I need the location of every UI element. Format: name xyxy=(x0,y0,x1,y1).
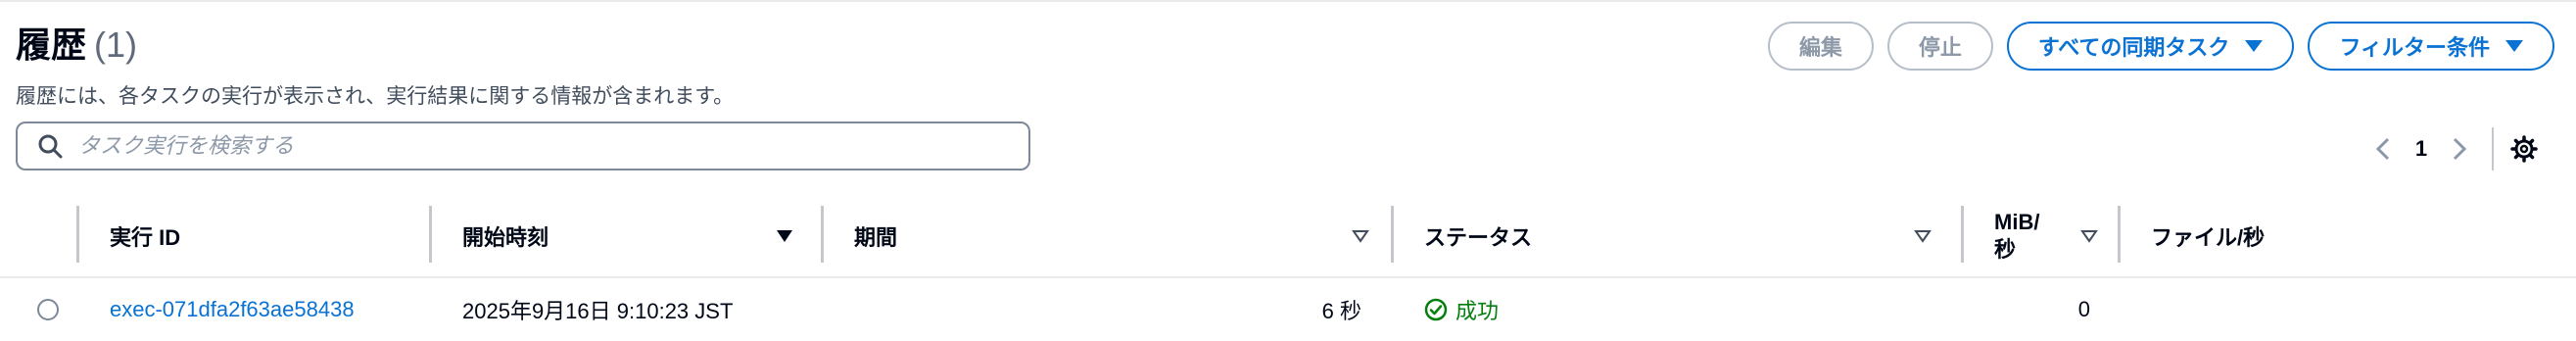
column-divider[interactable] xyxy=(1961,206,1964,263)
radio-button[interactable] xyxy=(37,299,59,320)
edit-button[interactable]: 編集 xyxy=(1767,22,1874,71)
title-count: (1) xyxy=(94,24,138,65)
top-divider xyxy=(0,0,2576,2)
edit-button-label: 編集 xyxy=(1798,35,1842,60)
caret-down-icon xyxy=(2505,40,2523,52)
status-cell: 成功 xyxy=(1424,278,1499,341)
column-label: ステータス xyxy=(1424,225,1533,250)
column-divider[interactable] xyxy=(821,206,824,263)
table-row: exec-071dfa2f63ae58438 2025年9月16日 9:10:2… xyxy=(0,278,2576,341)
caret-down-icon xyxy=(2245,40,2264,52)
all-sync-tasks-label: すべての同期タスク xyxy=(2037,35,2230,60)
filter-dropdown[interactable]: フィルター条件 xyxy=(2308,22,2554,71)
column-label: MiB/秒 xyxy=(1994,210,2040,262)
column-divider[interactable] xyxy=(1391,206,1394,263)
search-icon xyxy=(38,134,63,159)
column-duration[interactable]: 期間 xyxy=(854,200,1391,272)
column-label: 期間 xyxy=(854,225,898,250)
column-label: 開始時刻 xyxy=(462,225,549,250)
mib-per-sec-cell: 0 xyxy=(2077,297,2090,321)
page-title: 履歴 (1) xyxy=(16,24,137,67)
column-divider[interactable] xyxy=(2118,206,2121,263)
start-time-cell: 2025年9月16日 9:10:23 JST xyxy=(462,299,734,323)
page-header: 履歴 (1) xyxy=(16,24,137,67)
header-actions: 編集 停止 すべての同期タスク フィルター条件 xyxy=(1767,22,2554,71)
row-select-radio[interactable] xyxy=(37,278,59,341)
column-mib-per-sec[interactable]: MiB/秒 xyxy=(1994,200,2120,272)
chevron-right-icon[interactable] xyxy=(2441,130,2478,168)
column-divider xyxy=(76,206,79,263)
stop-button[interactable]: 停止 xyxy=(1886,22,1993,71)
pagination: 1 xyxy=(2364,127,2541,170)
sort-icon xyxy=(2080,230,2098,243)
column-execution-id[interactable]: 実行 ID xyxy=(110,200,423,272)
pager-divider xyxy=(2492,127,2494,170)
column-start-time[interactable]: 開始時刻 xyxy=(462,200,815,272)
success-check-icon xyxy=(1424,298,1448,321)
page-description: 履歴には、各タスクの実行が表示され、実行結果に関する情報が含まれます。 xyxy=(16,85,735,108)
search-input[interactable] xyxy=(76,132,1028,160)
table-header: 実行 ID 開始時刻 期間 ステータス MiB/秒 ファイル/秒 xyxy=(0,200,2576,272)
sort-icon xyxy=(1914,230,1932,243)
search-box[interactable] xyxy=(16,122,1030,170)
status-text: 成功 xyxy=(1455,299,1500,323)
column-files-per-sec[interactable]: ファイル/秒 xyxy=(2151,200,2445,272)
sort-desc-icon xyxy=(777,230,792,242)
all-sync-tasks-dropdown[interactable]: すべての同期タスク xyxy=(2006,22,2295,71)
chevron-left-icon[interactable] xyxy=(2364,130,2402,168)
column-label: 実行 ID xyxy=(110,225,181,250)
column-status[interactable]: ステータス xyxy=(1424,200,1953,272)
column-divider[interactable] xyxy=(429,206,432,263)
settings-icon[interactable] xyxy=(2507,132,2541,166)
filter-label: フィルター条件 xyxy=(2339,35,2490,60)
page-number[interactable]: 1 xyxy=(2402,136,2441,162)
title-text: 履歴 xyxy=(16,24,87,65)
execution-id-link[interactable]: exec-071dfa2f63ae58438 xyxy=(110,278,355,341)
stop-button-label: 停止 xyxy=(1918,35,1962,60)
sort-icon xyxy=(1352,230,1369,243)
column-label: ファイル/秒 xyxy=(2151,225,2266,250)
duration-cell: 6 秒 xyxy=(1321,299,1361,323)
